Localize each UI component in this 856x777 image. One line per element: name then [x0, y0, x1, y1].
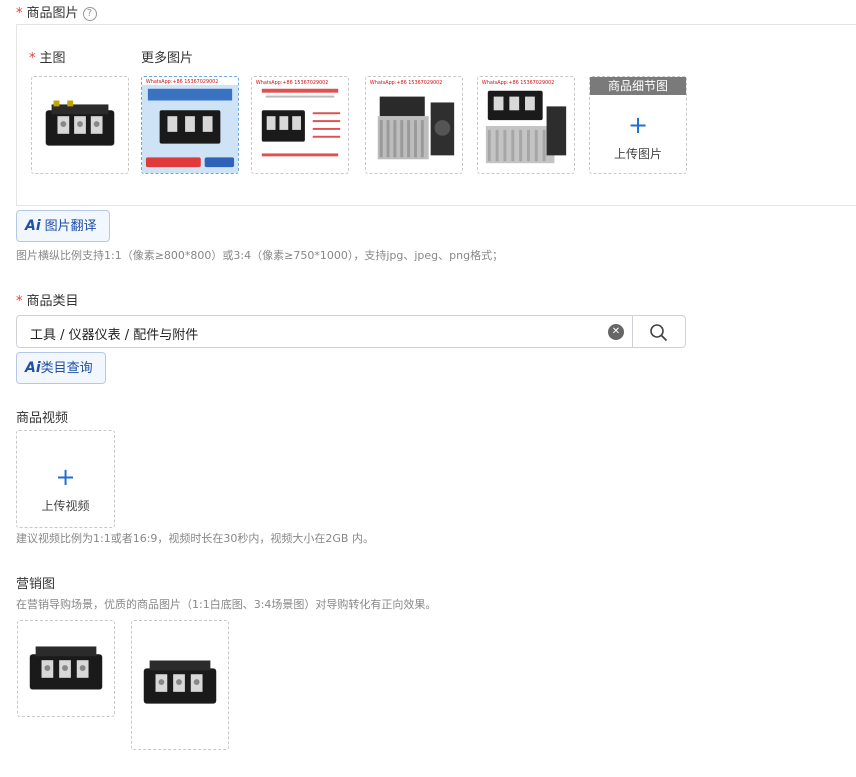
required-mark: *	[16, 6, 23, 21]
more-image-2[interactable]: WhatsApp:+86 15367029002	[251, 76, 349, 174]
ai-icon: Ai	[25, 360, 41, 376]
relay-spec-image: WhatsApp:+86 15367029002	[256, 80, 341, 157]
detail-image-tag: 商品细节图	[590, 77, 686, 95]
detail-image-upload[interactable]: 商品细节图 + 上传图片	[589, 76, 687, 174]
clear-icon[interactable]: ✕	[608, 324, 624, 340]
marketing-image-portrait[interactable]	[131, 620, 229, 750]
category-search-button[interactable]	[632, 315, 686, 348]
main-image-label: 主图	[39, 51, 66, 66]
svg-text:WhatsApp:+86 15367029002: WhatsApp:+86 15367029002	[370, 80, 442, 86]
category-query-label: 类目查询	[40, 361, 93, 376]
relay-module-image	[143, 660, 217, 704]
more-images-label: 更多图片	[141, 51, 194, 66]
video-upload[interactable]: + 上传视频	[16, 430, 115, 528]
main-image-title: * 主图	[29, 47, 66, 66]
video-label: 商品视频	[16, 411, 69, 426]
category-query-button[interactable]: Ai类目查询	[16, 352, 106, 384]
product-images-label: 商品图片	[26, 6, 79, 21]
category-title: * 商品类目	[16, 290, 79, 309]
ai-icon: Ai	[25, 218, 41, 234]
product-images-title: * 商品图片?	[16, 2, 97, 21]
upload-video-label: 上传视频	[41, 499, 90, 513]
product-images-panel: * 主图 更多图片 WhatsApp:+86 15367029002 Whats…	[16, 24, 856, 206]
large-heatsink-relay-image: WhatsApp:+86 15367029002	[482, 80, 567, 164]
svg-text:WhatsApp:+86 15367029002: WhatsApp:+86 15367029002	[256, 80, 328, 86]
marketing-hint: 在营销导购场景，优质的商品图片（1:1白底图、3:4场景图）对导购转化有正向效果…	[16, 598, 437, 611]
svg-text:WhatsApp:+86 15367029002: WhatsApp:+86 15367029002	[146, 79, 218, 85]
plus-icon: +	[627, 111, 649, 139]
category-input[interactable]: 工具 / 仪器仪表 / 配件与附件 ✕	[16, 315, 633, 348]
image-translate-button[interactable]: Ai 图片翻译	[16, 210, 110, 242]
main-image-thumb[interactable]	[31, 76, 129, 174]
category-label: 商品类目	[26, 294, 79, 309]
upload-image-label: 上传图片	[613, 147, 662, 161]
category-value: 工具 / 仪器仪表 / 配件与附件	[30, 328, 199, 343]
image-format-hint: 图片横纵比例支持1:1（像素≥800*800）或3:4（像素≥750*1000）…	[16, 249, 504, 262]
required-mark: *	[16, 294, 23, 309]
svg-text:WhatsApp:+86 15367029002: WhatsApp:+86 15367029002	[482, 80, 554, 86]
marketing-label: 营销图	[16, 577, 56, 592]
more-image-3[interactable]: WhatsApp:+86 15367029002	[365, 76, 463, 174]
plus-icon: +	[55, 463, 76, 491]
search-icon	[650, 324, 667, 341]
question-circle-icon[interactable]: ?	[82, 7, 97, 21]
heatsink-relay-image: WhatsApp:+86 15367029002	[370, 80, 455, 160]
image-translate-label: 图片翻译	[44, 219, 97, 234]
marketing-image-square[interactable]	[17, 620, 115, 717]
relay-promo-image: WhatsApp:+86 15367029002	[142, 77, 238, 173]
relay-module-image	[29, 646, 103, 690]
required-mark: *	[29, 51, 36, 66]
more-image-4[interactable]: WhatsApp:+86 15367029002	[477, 76, 575, 174]
relay-module-image	[45, 100, 115, 146]
more-image-1[interactable]: WhatsApp:+86 15367029002	[141, 76, 239, 174]
video-hint: 建议视频比例为1:1或者16:9，视频时长在30秒内，视频大小在2GB 内。	[16, 532, 374, 545]
